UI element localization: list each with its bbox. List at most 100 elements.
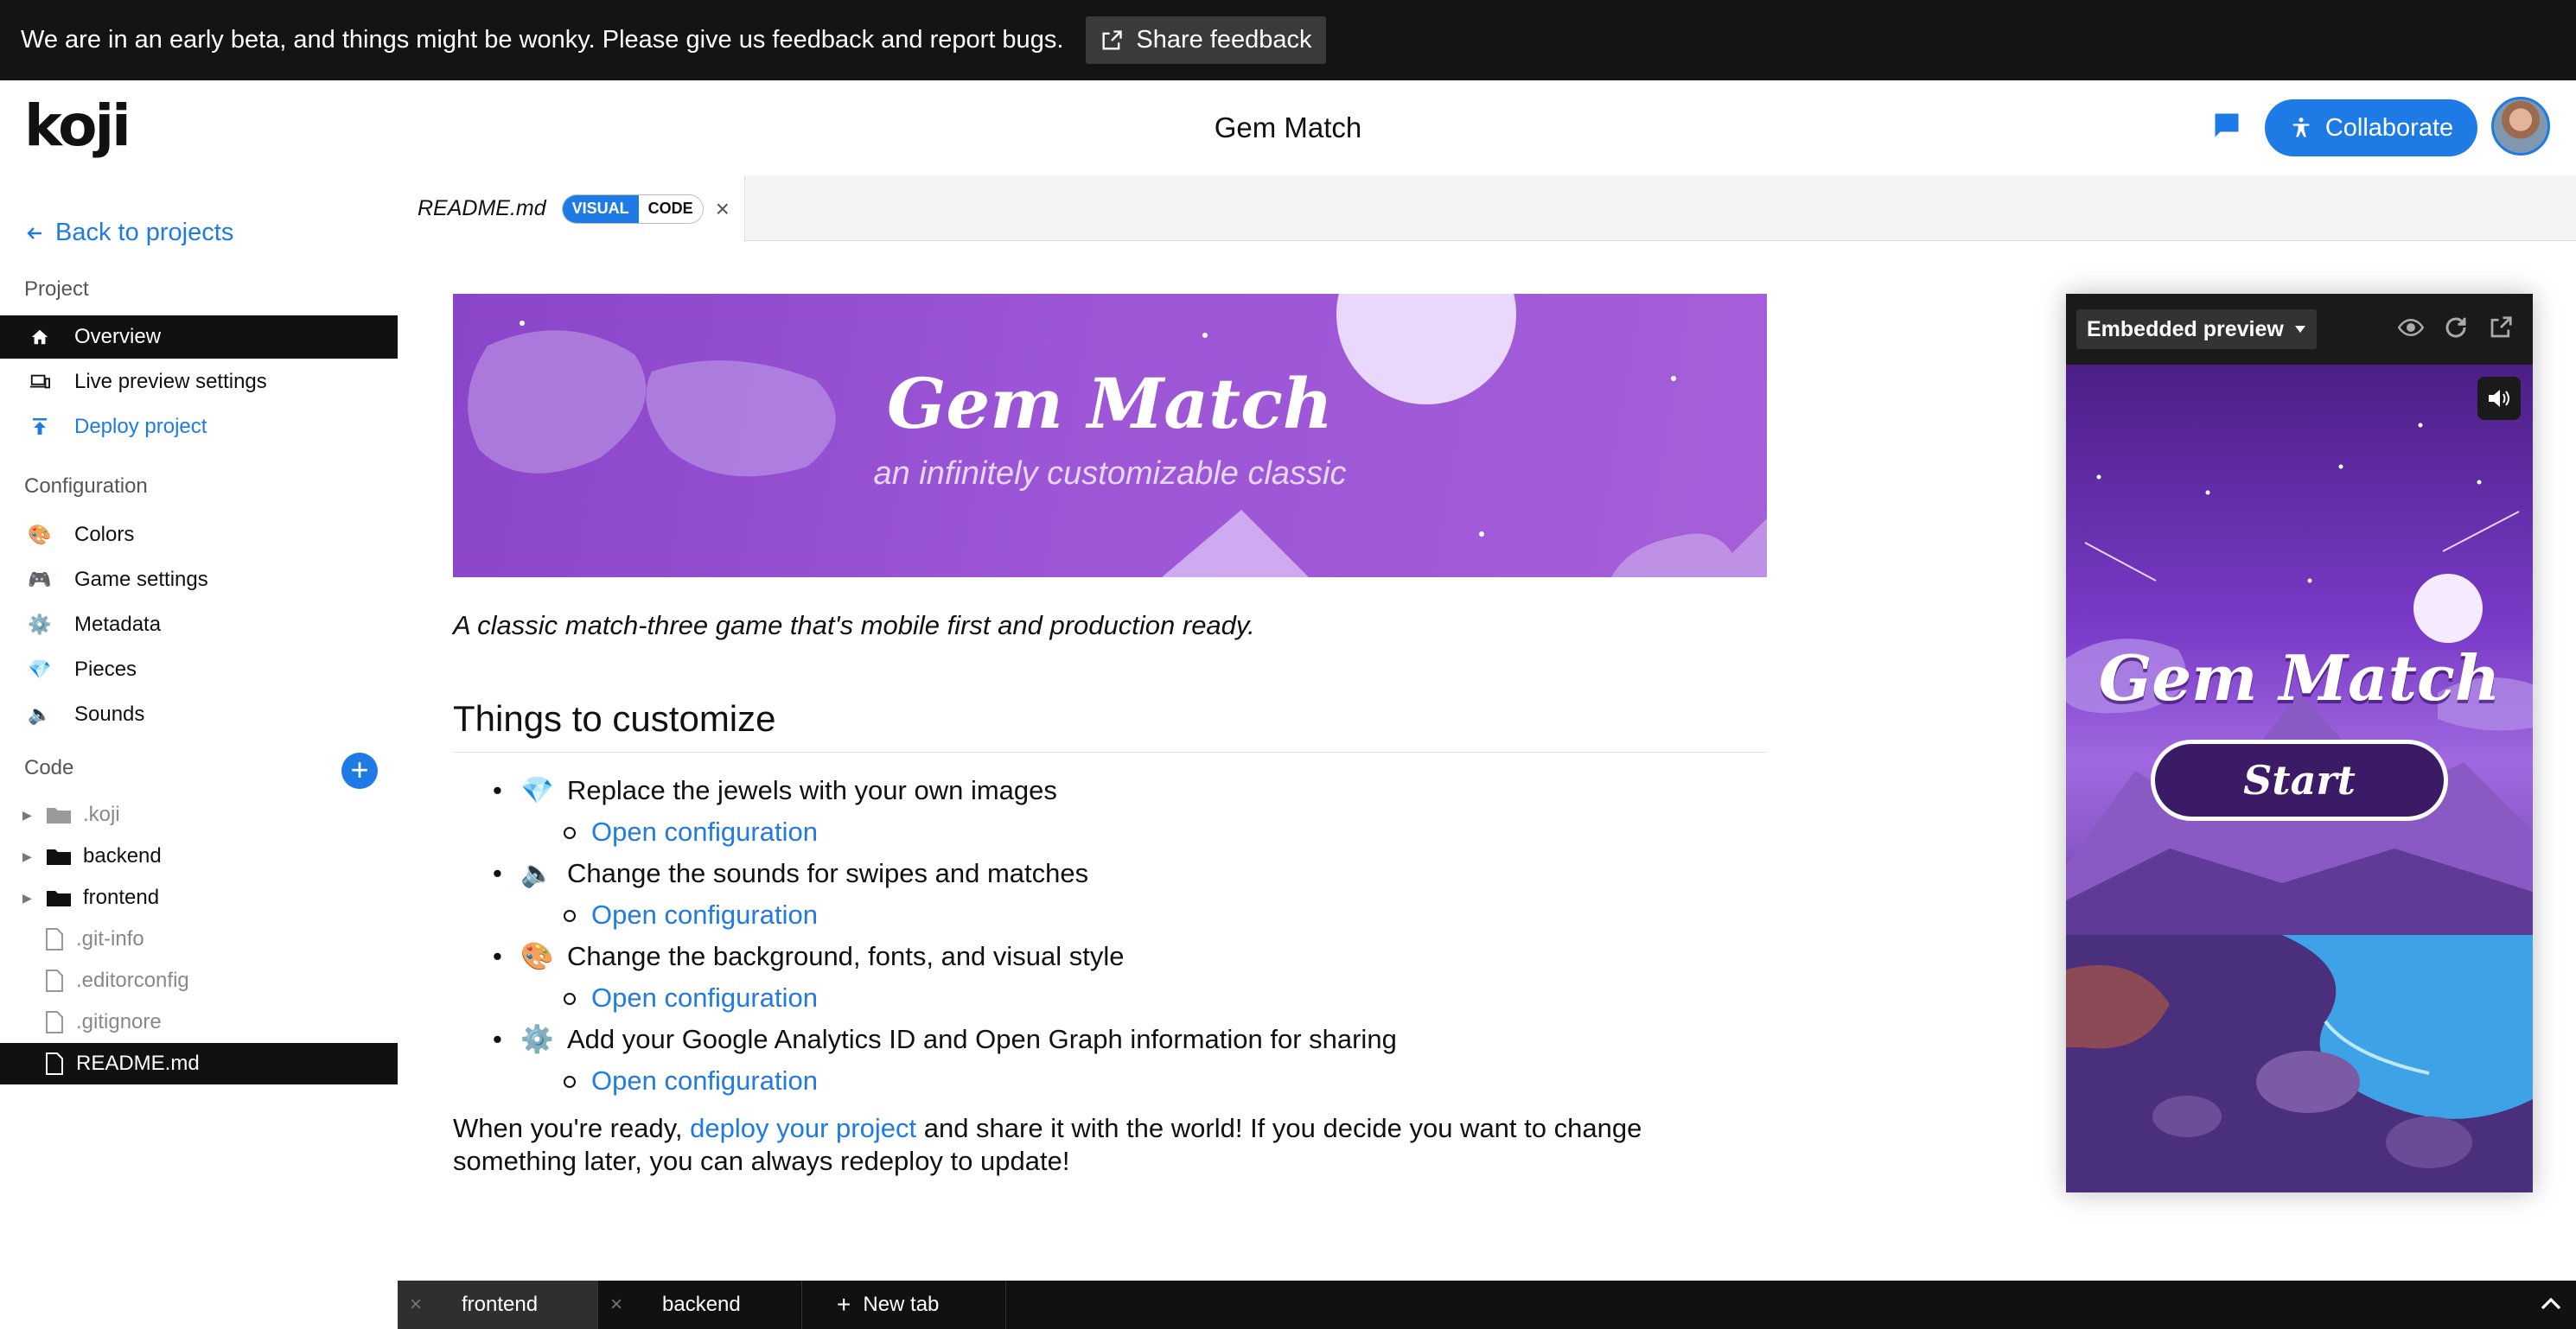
tree-folder-frontend[interactable]: ▶ frontend (0, 877, 398, 919)
bullet: • (493, 1024, 502, 1054)
tree-file-git-info[interactable]: .git-info (0, 919, 398, 960)
close-icon[interactable]: × (610, 1293, 629, 1317)
sidebar-item-pieces[interactable]: 💎 Pieces (0, 648, 398, 691)
visual-mode-button[interactable]: VISUAL (562, 194, 639, 223)
chat-icon[interactable] (2211, 110, 2242, 141)
tree-file-editorconfig[interactable]: .editorconfig (0, 960, 398, 1002)
chevron-right-icon: ▶ (22, 890, 32, 905)
preview-actions (2398, 315, 2514, 340)
tab-filename: README.md (418, 196, 546, 220)
back-to-projects-label: Back to projects (55, 219, 234, 246)
sidebar-item-label: Pieces (74, 658, 137, 681)
tab-readme[interactable]: README.md VISUAL CODE × (398, 175, 745, 242)
home-icon (29, 327, 50, 347)
sidebar-item-label: Game settings (74, 568, 208, 591)
caret-down-icon (2294, 326, 2305, 333)
gamepad-icon: 🎮 (28, 569, 52, 590)
app-header: koji Gem Match Collaborate (0, 80, 2576, 175)
preview-toolbar: Embedded preview (2066, 294, 2533, 365)
sidebar-item-live-preview-settings[interactable]: Live preview settings (0, 360, 398, 404)
sidebar-item-label: Metadata (74, 613, 162, 636)
terminal-tab-label: frontend (462, 1293, 539, 1316)
tree-file-gitignore[interactable]: .gitignore (0, 1002, 398, 1043)
game-title: Gem Match (2098, 641, 2501, 715)
file-icon (46, 1052, 63, 1075)
sidebar-item-overview[interactable]: Overview (0, 315, 398, 359)
game-preview-screen[interactable]: Gem Match Start (2066, 365, 2533, 1192)
tree-item-label: frontend (83, 886, 160, 909)
link-label: Open configuration (591, 900, 818, 930)
user-avatar[interactable] (2491, 97, 2550, 156)
tagline: A classic match-three game that's mobile… (453, 610, 1255, 640)
list-item-text: Change the sounds for swipes and matches (567, 858, 1089, 888)
bullet: • (493, 775, 502, 805)
code-mode-button[interactable]: CODE (638, 194, 703, 223)
collaborate-button[interactable]: Collaborate (2265, 99, 2477, 156)
arrow-left-icon (27, 226, 41, 239)
open-configuration-link[interactable]: Open configuration (453, 811, 1767, 853)
external-link-icon (1102, 29, 1123, 49)
sidebar-item-label: Sounds (74, 703, 145, 726)
tree-item-label: backend (83, 844, 162, 868)
close-icon[interactable]: × (716, 195, 730, 223)
code-heading: Code (24, 756, 74, 779)
beta-banner-text: We are in an early beta, and things migh… (21, 26, 1064, 54)
preview-mode-select[interactable]: Embedded preview (2076, 309, 2317, 349)
deploy-project-link[interactable]: deploy your project (690, 1113, 916, 1143)
view-mode-toggle[interactable]: VISUAL CODE (561, 194, 704, 224)
sidebar-item-label: Deploy project (74, 415, 207, 438)
sidebar-item-label: Overview (74, 325, 162, 348)
sidebar-item-deploy-project[interactable]: Deploy project (0, 405, 398, 448)
hero-banner: Gem Match an infinitely customizable cla… (453, 294, 1767, 577)
back-to-projects-link[interactable]: Back to projects (24, 219, 233, 247)
sidebar-item-sounds[interactable]: 🔈 Sounds (0, 693, 398, 736)
customize-list: • 💎 Replace the jewels with your own ima… (453, 770, 1767, 1102)
beta-banner: We are in an early beta, and things migh… (0, 0, 2576, 80)
list-item-text: Replace the jewels with your own images (567, 775, 1057, 805)
sound-toggle-button[interactable] (2477, 377, 2521, 420)
tree-file-readme[interactable]: README.md (0, 1043, 398, 1084)
tree-folder-koji[interactable]: ▶ .koji (0, 794, 398, 836)
share-feedback-button[interactable]: Share feedback (1086, 16, 1326, 64)
bullet (564, 993, 576, 1005)
page-title: Gem Match (1214, 111, 1362, 143)
terminal-tab-label: backend (662, 1293, 741, 1316)
file-icon (46, 1011, 63, 1033)
bullet (564, 910, 576, 922)
open-configuration-link[interactable]: Open configuration (453, 894, 1767, 936)
refresh-icon[interactable] (2443, 315, 2469, 340)
gem-icon: 💎 (520, 775, 554, 805)
list-item-text: Add your Google Analytics ID and Open Gr… (567, 1024, 1397, 1054)
sidebar-item-colors[interactable]: 🎨 Colors (0, 513, 398, 556)
start-button[interactable]: Start (2151, 740, 2448, 821)
eye-icon[interactable] (2398, 315, 2424, 340)
terminal-tab-frontend[interactable]: × frontend (398, 1281, 598, 1329)
chevron-right-icon: ▶ (22, 849, 32, 863)
close-icon[interactable]: × (410, 1293, 429, 1317)
terminal-tab-backend[interactable]: × backend (598, 1281, 802, 1329)
add-file-button[interactable]: + (341, 753, 378, 789)
list-item: • ⚙️ Add your Google Analytics ID and Op… (453, 1019, 1767, 1060)
chevron-up-icon[interactable] (2538, 1291, 2564, 1317)
gear-icon: ⚙️ (28, 614, 52, 635)
preview-panel: Embedded preview Gem Match Start (2066, 294, 2533, 1192)
new-terminal-tab-button[interactable]: + New tab (802, 1281, 1006, 1329)
open-configuration-link[interactable]: Open configuration (453, 1060, 1767, 1102)
open-configuration-link[interactable]: Open configuration (453, 977, 1767, 1019)
speaker-icon: 🔈 (28, 703, 52, 725)
section-heading: Things to customize (453, 698, 1767, 753)
tree-folder-backend[interactable]: ▶ backend (0, 836, 398, 877)
upload-icon (29, 417, 50, 437)
sidebar-item-label: Live preview settings (74, 370, 267, 393)
plus-icon: + (837, 1291, 851, 1318)
list-item: • 🔈 Change the sounds for swipes and mat… (453, 853, 1767, 894)
sidebar-item-metadata[interactable]: ⚙️ Metadata (0, 603, 398, 646)
palette-icon: 🎨 (28, 524, 52, 545)
share-feedback-label: Share feedback (1136, 26, 1312, 54)
editor-tab-bar: README.md VISUAL CODE × (398, 175, 2576, 242)
sidebar-item-game-settings[interactable]: 🎮 Game settings (0, 558, 398, 601)
external-link-icon[interactable] (2488, 315, 2514, 340)
link-label: Open configuration (591, 817, 818, 847)
list-item: • 🎨 Change the background, fonts, and vi… (453, 936, 1767, 977)
file-icon (46, 928, 63, 951)
